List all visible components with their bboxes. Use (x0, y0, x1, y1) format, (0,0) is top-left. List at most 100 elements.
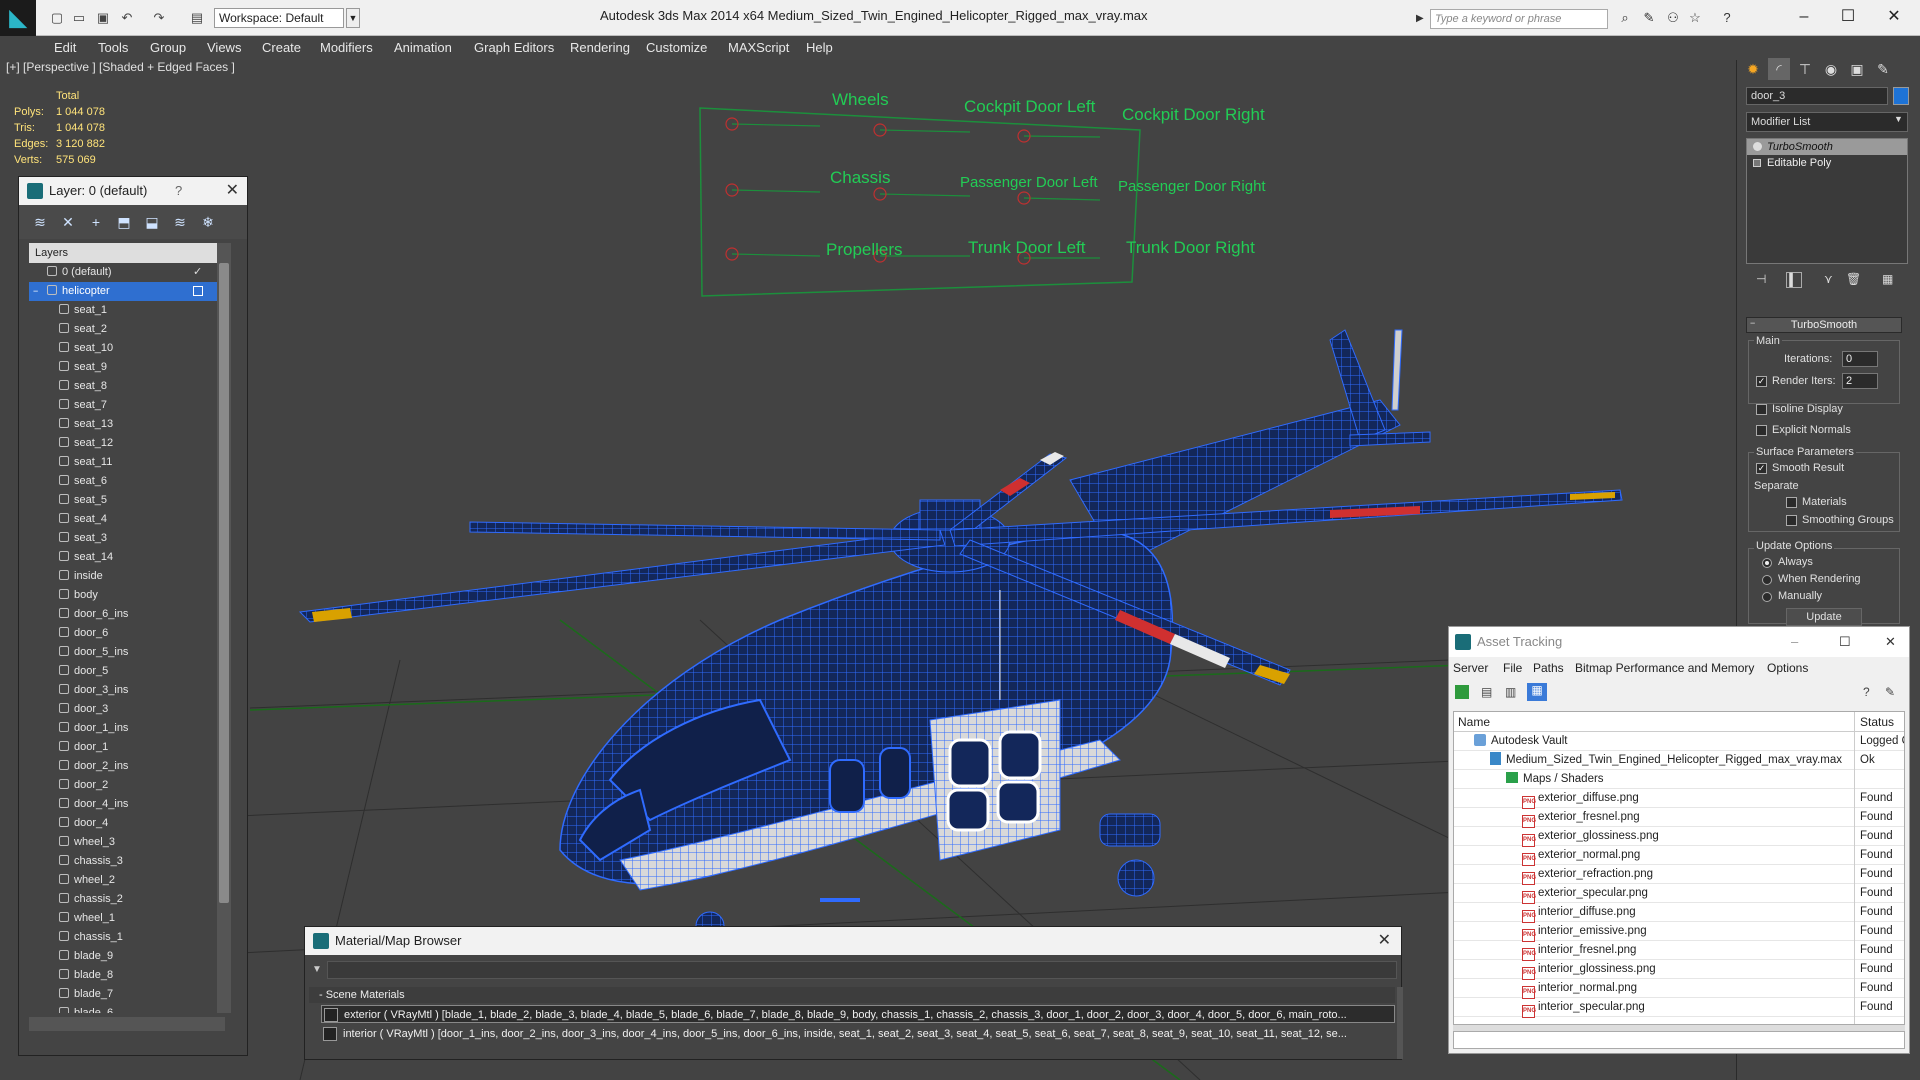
layer-object-row[interactable]: seat_8 (29, 377, 225, 396)
update-button[interactable]: Update (1786, 608, 1862, 626)
layer-object-row[interactable]: door_3_ins (29, 681, 225, 700)
make-active-icon[interactable] (193, 286, 203, 296)
settings-icon[interactable]: ✎ (1885, 685, 1895, 699)
layers-column-header[interactable]: Layers (29, 243, 225, 263)
explicit-normals-checkbox[interactable] (1756, 425, 1767, 436)
help-icon[interactable]: ? (175, 177, 182, 205)
layer-object-row[interactable]: door_2 (29, 776, 225, 795)
configure-sets-icon[interactable]: ▦ (1882, 272, 1893, 286)
collapse-icon[interactable]: − (33, 282, 38, 301)
asset-row-map[interactable]: PNG interior_diffuse.png Found (1454, 903, 1904, 923)
always-radio[interactable] (1762, 558, 1772, 568)
delete-layer-icon[interactable]: ✕ (59, 213, 77, 231)
browser-options-icon[interactable]: ▼ (309, 961, 325, 979)
asset-row-map[interactable]: PNG interior_glossiness.png Found (1454, 960, 1904, 980)
layer-explorer-title-bar[interactable]: Layer: 0 (default) ? ✕ (19, 177, 247, 205)
layer-object-row[interactable]: chassis_3 (29, 852, 225, 871)
layer-object-row[interactable]: door_5 (29, 662, 225, 681)
show-end-result-icon[interactable]: ▍ (1786, 272, 1802, 288)
close-icon[interactable]: ✕ (226, 177, 239, 205)
create-layer-icon[interactable]: ≋ (31, 213, 49, 231)
freeze-layers-icon[interactable]: ❄ (199, 213, 217, 231)
layer-object-row[interactable]: seat_4 (29, 510, 225, 529)
material-row-exterior[interactable]: exterior ( VRayMtl ) [blade_1, blade_2, … (321, 1005, 1395, 1023)
close-icon[interactable]: ✕ (1885, 627, 1896, 657)
modifier-dropdown-icon[interactable]: ▼ (1894, 114, 1903, 124)
layer-object-row[interactable]: door_5_ins (29, 643, 225, 662)
menu-file[interactable]: File (1503, 657, 1522, 679)
rig-label-passenger-door-right[interactable]: Passenger Door Right (1118, 178, 1266, 195)
menu-server[interactable]: Server (1453, 657, 1488, 679)
keyword-search-input[interactable]: Type a keyword or phrase (1430, 9, 1608, 29)
minimize-button[interactable]: – (1786, 4, 1822, 30)
layer-object-row[interactable]: blade_6 (29, 1004, 225, 1013)
layer-object-row[interactable]: blade_9 (29, 947, 225, 966)
rig-label-propellers[interactable]: Propellers (826, 240, 903, 260)
add-to-layer-icon[interactable]: + (87, 213, 105, 231)
workspace-dropdown-icon[interactable]: ▼ (346, 8, 360, 28)
asset-row-vault[interactable]: Autodesk Vault Logged O (1454, 732, 1904, 751)
layer-object-row[interactable]: inside (29, 567, 225, 586)
asset-row-max-file[interactable]: Medium_Sized_Twin_Engined_Helicopter_Rig… (1454, 751, 1904, 770)
layer-object-row[interactable]: seat_11 (29, 453, 225, 472)
list-view-icon[interactable]: ▤ (1481, 685, 1492, 699)
layer-object-row[interactable]: seat_5 (29, 491, 225, 510)
scene-materials-group[interactable]: - Scene Materials (309, 987, 1395, 1003)
maximize-icon[interactable]: ☐ (1839, 627, 1851, 657)
rig-label-trunk-door-left[interactable]: Trunk Door Left (968, 238, 1085, 258)
undo-icon[interactable]: ↶ (118, 9, 136, 27)
rollout-collapse-icon[interactable]: − (1750, 318, 1755, 328)
layer-object-row[interactable]: seat_2 (29, 320, 225, 339)
new-file-icon[interactable]: ▢ (48, 9, 66, 27)
iterations-spinner[interactable]: 0 (1842, 351, 1878, 367)
layer-object-row[interactable]: seat_6 (29, 472, 225, 491)
asset-row-map[interactable]: PNG exterior_fresnel.png Found (1454, 808, 1904, 828)
smooth-result-checkbox[interactable]: ✓ (1756, 463, 1767, 474)
layer-object-row[interactable]: seat_3 (29, 529, 225, 548)
layer-object-row[interactable]: door_6 (29, 624, 225, 643)
when-rendering-radio[interactable] (1762, 575, 1772, 585)
column-separator[interactable] (1854, 712, 1855, 1024)
expand-icon[interactable] (1753, 159, 1761, 167)
refresh-icon[interactable] (1455, 685, 1469, 699)
layer-horizontal-scrollbar[interactable] (29, 1017, 225, 1031)
rig-label-wheels[interactable]: Wheels (832, 90, 889, 110)
menu-views[interactable]: Views (201, 36, 247, 60)
menu-modifiers[interactable]: Modifiers (314, 36, 379, 60)
layer-object-row[interactable]: wheel_3 (29, 833, 225, 852)
layer-row-default[interactable]: 0 (default) ✓ (29, 263, 225, 282)
maximize-button[interactable]: ☐ (1830, 4, 1866, 30)
hierarchy-tab-icon[interactable]: ⊤ (1794, 58, 1816, 80)
layer-object-row[interactable]: door_3 (29, 700, 225, 719)
detail-view-icon[interactable]: ▥ (1505, 685, 1516, 699)
smoothing-groups-checkbox[interactable] (1786, 515, 1797, 526)
layer-object-row[interactable]: wheel_2 (29, 871, 225, 890)
menu-customize[interactable]: Customize (640, 36, 713, 60)
layer-object-row[interactable]: seat_1 (29, 301, 225, 320)
turbosmooth-rollout-header[interactable]: TurboSmooth (1746, 317, 1902, 333)
menu-options[interactable]: Options (1767, 657, 1808, 679)
help-icon[interactable]: ? (1863, 685, 1870, 699)
layer-object-row[interactable]: blade_8 (29, 966, 225, 985)
isoline-display-checkbox[interactable] (1756, 404, 1767, 415)
binoculars-icon[interactable]: ⌕ (1616, 9, 1634, 27)
display-tab-icon[interactable]: ▣ (1846, 58, 1868, 80)
search-by-name-input[interactable] (327, 961, 1397, 979)
redo-icon[interactable]: ↷ (150, 9, 168, 27)
layer-object-row[interactable]: body (29, 586, 225, 605)
menu-group[interactable]: Group (144, 36, 192, 60)
layer-row-helicopter[interactable]: − helicopter (29, 282, 225, 301)
asset-row-map[interactable]: PNG exterior_specular.png Found (1454, 884, 1904, 904)
modify-tab-icon[interactable]: ◜ (1768, 58, 1790, 80)
bulb-icon[interactable] (1753, 142, 1762, 151)
select-layer-objects-icon[interactable]: ⬒ (115, 213, 133, 231)
layer-object-row[interactable]: seat_9 (29, 358, 225, 377)
create-tab-icon[interactable]: ✹ (1742, 58, 1764, 80)
menu-graph-editors[interactable]: Graph Editors (468, 36, 560, 60)
asset-row-maps-folder[interactable]: Maps / Shaders (1454, 770, 1904, 789)
asset-row-map[interactable]: PNG exterior_refraction.png Found (1454, 865, 1904, 885)
material-scrollbar[interactable] (1397, 987, 1403, 1059)
menu-maxscript[interactable]: MAXScript (722, 36, 795, 60)
asset-row-map[interactable]: PNG interior_fresnel.png Found (1454, 941, 1904, 961)
layer-object-row[interactable]: chassis_1 (29, 928, 225, 947)
